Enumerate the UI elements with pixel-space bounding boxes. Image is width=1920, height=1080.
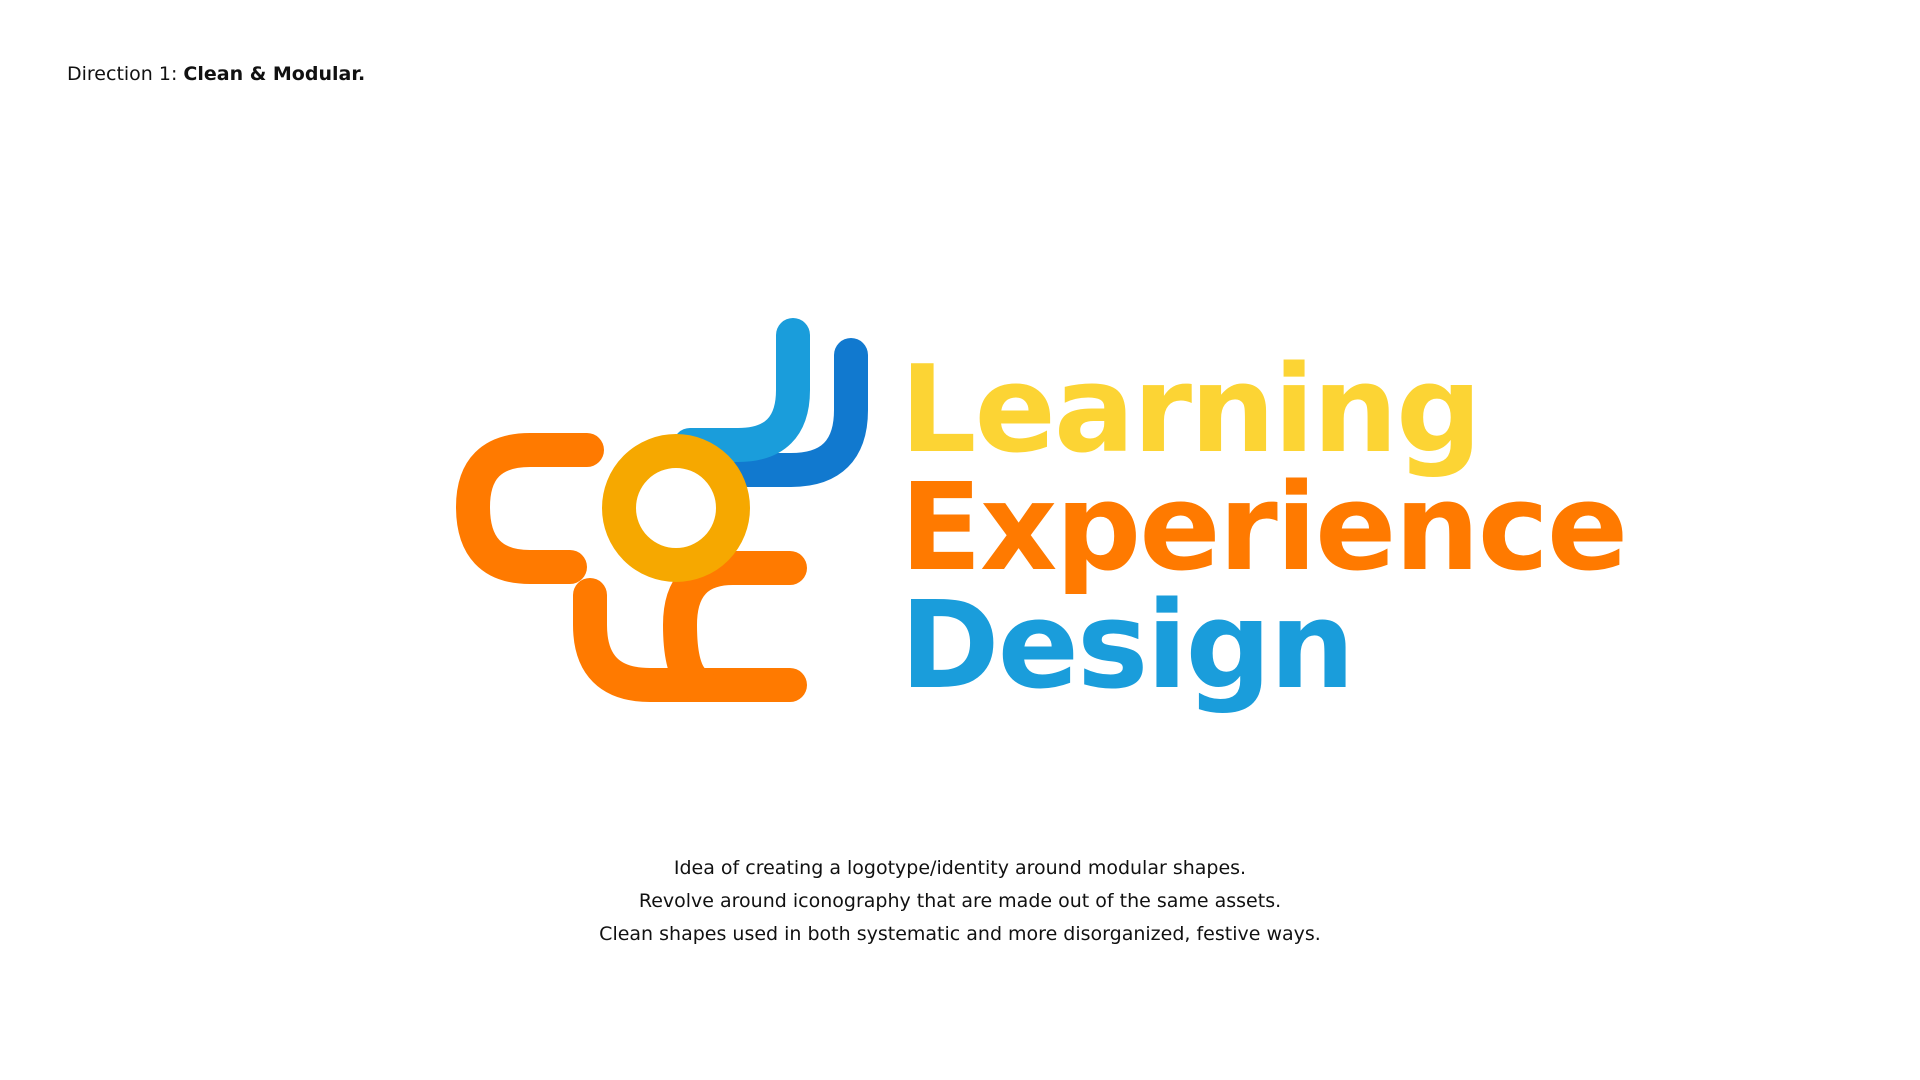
wordmark-experience: Experience (900, 459, 1628, 598)
description-line-3: Clean shapes used in both systematic and… (599, 923, 1321, 945)
logo-light-blue-hook (673, 318, 810, 462)
wordmark-learning: Learning (900, 341, 1482, 480)
wordmark: Learning Experience Design (900, 341, 1628, 716)
direction-name: Clean & Modular. (183, 63, 366, 85)
logo-mark-icon (456, 318, 868, 702)
logo-orange-inner-c (663, 551, 807, 702)
description-line-2: Revolve around iconography that are made… (638, 890, 1282, 912)
logo-orange-upper-c (456, 433, 604, 584)
direction-label: Direction 1: Clean & Modular. (67, 62, 365, 86)
description-line-1: Idea of creating a logotype/identity aro… (673, 857, 1247, 879)
wordmark-design: Design (900, 577, 1355, 716)
description: Idea of creating a logotype/identity aro… (0, 852, 1920, 951)
logo-amber-ring (602, 434, 750, 582)
direction-prefix: Direction 1: (67, 63, 184, 85)
